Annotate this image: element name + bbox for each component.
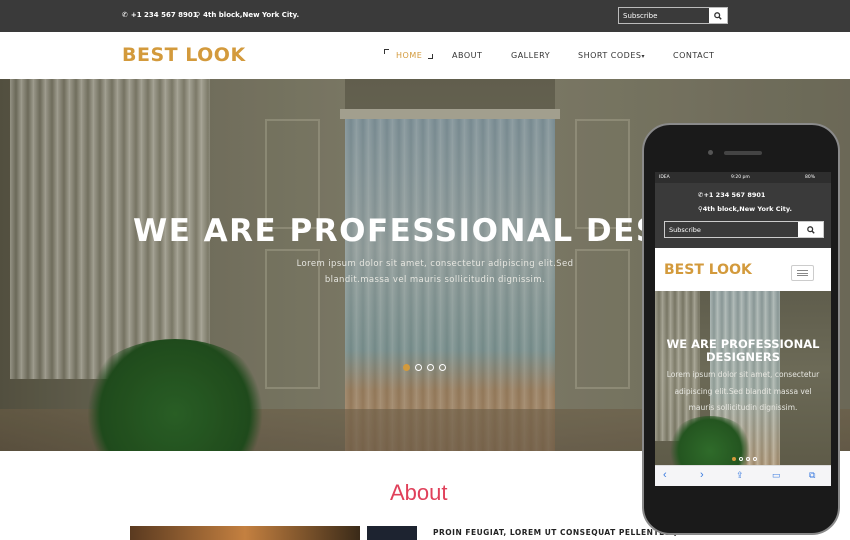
nav-contact[interactable]: CONTACT	[673, 51, 714, 60]
mobile-subscribe-form	[664, 221, 824, 238]
about-image	[130, 526, 360, 540]
hero-text: Lorem ipsum dolor sit amet, consectetur …	[296, 259, 574, 285]
slider-dot[interactable]	[732, 457, 736, 461]
subscribe-search-button[interactable]	[709, 8, 727, 23]
nav-about[interactable]: ABOUT	[452, 51, 482, 60]
nav-home[interactable]: HOME	[396, 51, 422, 60]
mobile-phone-info: ✆+1 234 567 8901	[698, 191, 765, 199]
mobile-slider-dots	[732, 457, 757, 461]
slider-dots	[403, 364, 446, 371]
mobile-search-button[interactable]	[798, 222, 823, 237]
about-title: About	[390, 480, 448, 505]
nav-gallery[interactable]: GALLERY	[511, 51, 550, 60]
menu-icon[interactable]	[791, 265, 814, 281]
address-info: ⚲ 4th block,New York City.	[195, 11, 299, 19]
slider-dot[interactable]	[403, 364, 410, 371]
mobile-address-info: ⚲4th block,New York City.	[698, 205, 792, 213]
slider-dot[interactable]	[753, 457, 757, 461]
mobile-hero-text: Lorem ipsum dolor sit amet, consectetur …	[666, 370, 820, 412]
mobile-logo[interactable]: BEST LOOK	[664, 262, 752, 278]
phone-mockup: IDEA 9:20 pm 80% ✆+1 234 567 8901 ⚲4th b…	[642, 123, 840, 535]
slider-dot[interactable]	[415, 364, 422, 371]
site-header: BEST LOOK HOME ABOUT GALLERY SHORT CODES…	[0, 32, 850, 79]
caret-down-icon: ▾	[641, 53, 645, 60]
mobile-subscribe-input[interactable]	[665, 222, 795, 237]
phone-icon: ✆	[122, 11, 128, 19]
mobile-hero: WE ARE PROFESSIONAL DESIGNERS Lorem ipsu…	[655, 291, 831, 465]
status-time: 9:20 pm	[731, 175, 750, 180]
search-icon	[714, 11, 722, 20]
slider-dot[interactable]	[739, 457, 743, 461]
slider-dot[interactable]	[746, 457, 750, 461]
about-image	[367, 526, 417, 540]
slider-dot[interactable]	[427, 364, 434, 371]
site-logo[interactable]: BEST LOOK	[122, 44, 246, 66]
status-battery: 80%	[805, 175, 816, 180]
about-heading: PROIN FEUGIAT, LOREM UT CONSEQUAT PELLEN…	[433, 528, 678, 537]
nav-short-codes[interactable]: SHORT CODES▾	[578, 51, 645, 60]
subscribe-input[interactable]	[619, 8, 709, 23]
nav-active-bracket	[384, 49, 389, 54]
tabs-icon[interactable]: ⧉	[809, 470, 815, 481]
mobile-address: 4th block,New York City.	[702, 205, 792, 213]
nav-active-bracket	[428, 54, 433, 59]
map-marker-icon: ⚲	[195, 11, 201, 19]
nav-short-codes-label: SHORT CODES	[578, 51, 642, 60]
mobile-phone-number: +1 234 567 8901	[703, 191, 766, 199]
address-text: 4th block,New York City.	[203, 11, 300, 19]
phone-speaker	[724, 151, 762, 155]
status-bar: IDEA 9:20 pm 80%	[655, 172, 831, 183]
bookmarks-icon[interactable]: ▭	[772, 470, 781, 481]
share-icon[interactable]: ⇪	[736, 470, 744, 481]
forward-icon[interactable]: ›	[700, 469, 704, 481]
phone-screen: IDEA 9:20 pm 80% ✆+1 234 567 8901 ⚲4th b…	[655, 172, 831, 486]
browser-toolbar: ‹ › ⇪ ▭ ⧉	[655, 465, 831, 486]
slider-dot[interactable]	[439, 364, 446, 371]
mobile-hero-title: WE ARE PROFESSIONAL DESIGNERS	[666, 337, 820, 364]
mobile-top-bar: ✆+1 234 567 8901 ⚲4th block,New York Cit…	[655, 183, 831, 248]
mobile-header: BEST LOOK	[655, 248, 831, 291]
subscribe-form	[618, 7, 728, 24]
top-bar: ✆ +1 234 567 8901 ⚲ 4th block,New York Cit…	[0, 0, 850, 32]
back-icon[interactable]: ‹	[663, 469, 667, 481]
phone-camera	[708, 150, 713, 155]
status-carrier: IDEA	[659, 175, 670, 180]
phone-info: ✆ +1 234 567 8901	[122, 11, 198, 19]
phone-number: +1 234 567 8901	[130, 11, 198, 19]
search-icon	[806, 225, 815, 234]
hero-title: WE ARE PROFESSIONAL DESIG	[133, 213, 700, 249]
